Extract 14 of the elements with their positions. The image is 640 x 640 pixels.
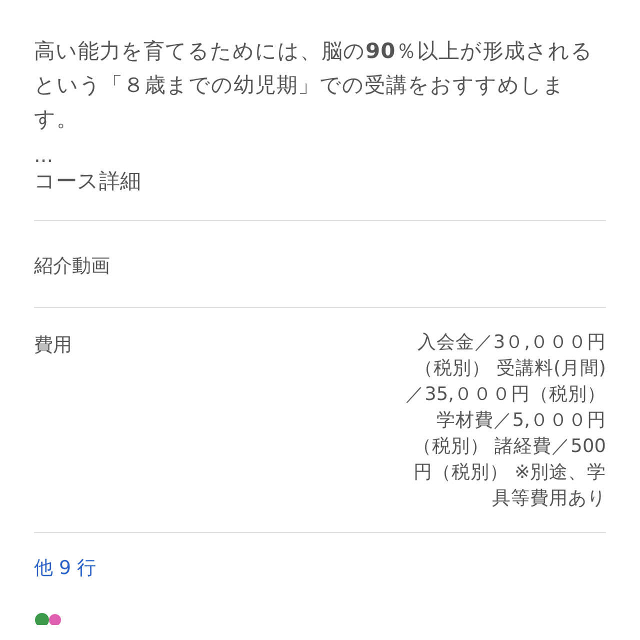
fee-text-line: 学材費／5,０００円 <box>436 409 606 433</box>
row-label: 紹介動画 <box>34 254 110 279</box>
fee-text-line: 円（税別） ※別途、学 <box>414 461 606 485</box>
favicon-icon <box>34 611 64 625</box>
more-rows-link[interactable]: 他 9 行 <box>34 557 96 579</box>
fee-text-line: （税別） 受講料(月間) <box>414 357 606 381</box>
row-label: 費用 <box>34 333 72 358</box>
fee-text-line: （税別） 諸経費／500 <box>412 435 606 459</box>
course-detail-text: コース詳細 <box>34 168 142 195</box>
fee-text-line: ／35,０００円（税別） <box>406 383 606 407</box>
fee-text-line: 具等費用あり <box>492 487 606 511</box>
ellipsis: ... <box>34 144 54 166</box>
fee-text-line: 入会金／3０,０００円 <box>417 331 606 355</box>
description-text: 高い能力を育てるためには、脳の90％以上が形成されるという「８歳までの幼児期」での受講をおすすめします。 <box>34 38 594 133</box>
